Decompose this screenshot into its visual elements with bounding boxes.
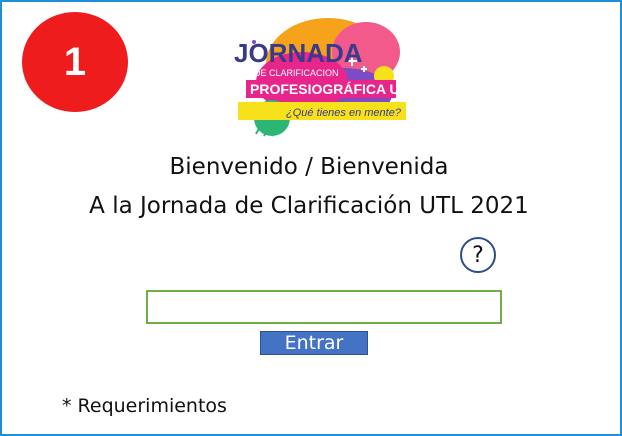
step-number-badge: 1 [22, 12, 128, 112]
help-button[interactable]: ? [460, 237, 496, 273]
event-logo: JORNADA DE CLARIFICACION PROFESIOGRÁFICA… [224, 12, 410, 146]
access-code-input[interactable] [146, 290, 502, 324]
welcome-heading: Bienvenido / Bienvenida [169, 154, 449, 180]
welcome-subheading: A la Jornada de Clarificación UTL 2021 [89, 193, 529, 219]
requirements-link[interactable]: * Requerimientos [62, 395, 227, 417]
enter-button[interactable]: Entrar [260, 331, 368, 355]
logo-title: JORNADA [234, 38, 363, 68]
logo-subtitle: DE CLARIFICACION [254, 68, 339, 78]
event-logo-graphic: JORNADA DE CLARIFICACION PROFESIOGRÁFICA… [234, 18, 410, 137]
logo-tagline: ¿Qué tienes en mente? [286, 107, 402, 119]
logo-title-second: PROFESIOGRÁFICA UTL [250, 81, 410, 97]
